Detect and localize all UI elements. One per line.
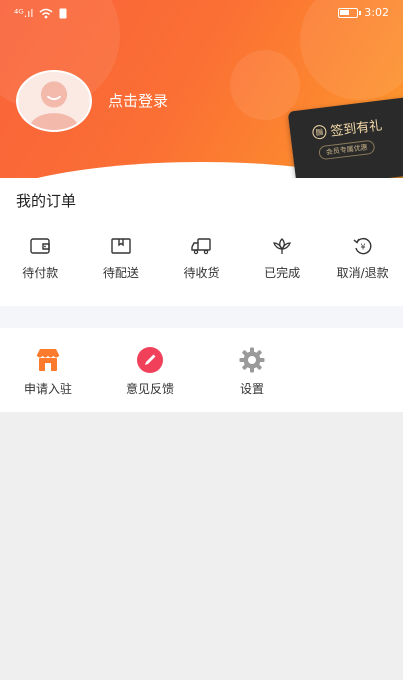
order-item-label: 待配送	[102, 266, 139, 280]
avatar[interactable]	[16, 70, 92, 132]
sim-icon	[59, 8, 67, 19]
orders-title: 我的订单	[16, 192, 77, 210]
box-icon	[111, 238, 131, 254]
tool-label: 申请入驻	[23, 382, 72, 396]
wallet-icon	[30, 238, 50, 254]
order-item-pending-payment[interactable]: 待付款	[0, 236, 81, 281]
order-item-completed[interactable]: 已完成	[242, 236, 323, 281]
wifi-icon	[39, 8, 53, 19]
tool-label: 设置	[239, 382, 264, 396]
section-divider	[0, 306, 403, 328]
battery-icon	[338, 7, 362, 18]
apply-store-button[interactable]: 申请入驻	[8, 346, 88, 397]
decor-bubble	[230, 50, 300, 120]
order-item-refund[interactable]: ¥ 取消/退款	[322, 236, 403, 281]
tool-label: 意见反馈	[125, 382, 174, 396]
user-avatar-icon	[18, 72, 90, 130]
svg-text:¥: ¥	[360, 243, 365, 252]
truck-icon	[191, 238, 212, 255]
checkin-title: 签到有礼	[329, 118, 384, 140]
login-link[interactable]: 点击登录	[108, 90, 168, 111]
status-bar: ⁴ᴳ.ıl 3:02	[0, 0, 403, 28]
order-item-pending-receipt[interactable]: 待收货	[161, 236, 242, 281]
tools-section: 申请入驻 意见反馈 设置	[0, 328, 403, 412]
signal-icon: ⁴ᴳ.ıl	[14, 7, 34, 20]
checkin-subtitle: 会员专属优惠	[318, 139, 376, 161]
checkin-card[interactable]: ▤ 签到有礼 会员专属优惠	[287, 96, 403, 190]
order-item-label: 已完成	[264, 266, 301, 280]
pencil-icon	[137, 347, 163, 373]
order-item-label: 待收货	[183, 266, 220, 280]
order-item-label: 取消/退款	[336, 266, 389, 280]
feedback-button[interactable]: 意见反馈	[110, 346, 190, 397]
status-time: 3:02	[364, 6, 389, 19]
order-item-label: 待付款	[22, 266, 59, 280]
settings-button[interactable]: 设置	[212, 346, 292, 397]
order-item-pending-delivery[interactable]: 待配送	[81, 236, 162, 281]
orders-section: 我的订单 待付款 待配送 待收货 已完成 ¥ 取消/退款	[0, 178, 403, 306]
refund-icon: ¥	[353, 237, 372, 255]
flower-icon	[273, 238, 291, 254]
gear-icon	[239, 347, 265, 373]
store-icon	[36, 349, 60, 371]
gift-icon: ▤	[311, 123, 328, 140]
